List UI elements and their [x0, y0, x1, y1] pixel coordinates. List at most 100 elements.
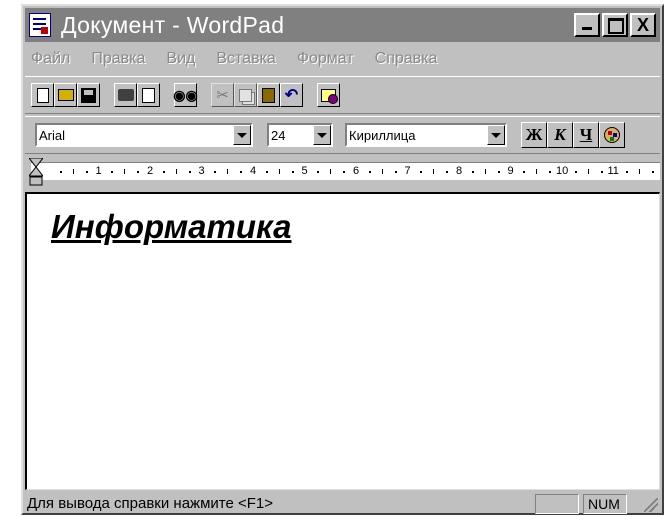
find-binoculars-icon: ◉◉	[173, 86, 198, 103]
font-size-combo[interactable]: 24	[267, 123, 333, 147]
indent-marker-icon[interactable]	[29, 158, 43, 188]
paste-icon	[262, 87, 275, 103]
title-bar[interactable]: Документ - WordPad X	[25, 8, 660, 42]
wordpad-app-icon[interactable]	[29, 13, 51, 37]
menu-bar: Файл Правка Вид Вставка Формат Справка	[25, 44, 660, 74]
ruler-tick	[124, 169, 126, 174]
wordpad-window: Документ - WordPad X Файл Правка Вид Вст…	[21, 4, 664, 515]
ruler-number: 2	[147, 165, 154, 177]
font-name-dropdown-button[interactable]	[233, 125, 251, 145]
window-controls: X	[572, 13, 656, 37]
close-button[interactable]: X	[630, 13, 656, 37]
find-button[interactable]: ◉◉	[173, 83, 198, 107]
ruler-tick	[330, 169, 332, 174]
ruler-tick	[446, 171, 449, 173]
maximize-button[interactable]	[602, 13, 628, 37]
document-area[interactable]: Информатика	[25, 192, 660, 490]
menu-edit[interactable]: Правка	[91, 50, 145, 68]
bold-button[interactable]: Ж	[521, 122, 547, 148]
ruler-tick	[549, 171, 552, 173]
undo-button[interactable]: ↶	[280, 83, 303, 107]
ruler-number: 10	[556, 165, 569, 177]
ruler[interactable]: 1 2 3 4 5 6 7 8 9 10 11	[25, 156, 660, 192]
ruler-tick	[343, 171, 346, 173]
ruler-tick	[600, 171, 603, 173]
print-button[interactable]	[114, 83, 137, 107]
status-num-indicator: NUM	[583, 494, 627, 514]
ruler-tick	[240, 171, 243, 173]
font-name-combo[interactable]: Arial	[35, 123, 253, 147]
window-title: Документ - WordPad	[61, 11, 285, 38]
date-time-button[interactable]	[317, 83, 340, 107]
document-text[interactable]: Информатика	[51, 208, 292, 246]
ruler-tick	[214, 171, 217, 173]
open-button[interactable]	[54, 83, 77, 107]
ruler-tick	[188, 171, 191, 173]
ruler-tick	[137, 171, 140, 173]
menu-format[interactable]: Формат	[297, 50, 354, 68]
copy-icon	[239, 88, 252, 102]
ruler-tick	[278, 169, 280, 174]
ruler-number: 8	[456, 165, 463, 177]
ruler-tick	[85, 171, 88, 173]
save-disk-icon	[81, 87, 96, 103]
ruler-tick	[394, 171, 397, 173]
print-preview-button[interactable]	[137, 83, 160, 107]
ruler-number: 9	[507, 165, 514, 177]
ruler-number: 4	[250, 165, 257, 177]
script-value: Кириллица	[349, 127, 416, 143]
style-button-group: Ж К Ч	[521, 122, 625, 148]
new-button[interactable]	[31, 83, 54, 107]
ruler-tick	[162, 171, 165, 173]
format-toolbar: Arial 24 Кириллица Ж К Ч	[25, 116, 660, 154]
ruler-tick	[420, 171, 423, 173]
menu-file[interactable]: Файл	[31, 50, 70, 68]
ruler-tick	[574, 171, 577, 173]
edit-button-group: ✂ ↶	[211, 83, 303, 107]
print-preview-icon	[142, 87, 155, 103]
ruler-tick	[497, 171, 500, 173]
color-button[interactable]	[599, 122, 625, 148]
ruler-tick	[317, 171, 320, 173]
print-button-group	[114, 83, 160, 107]
minimize-button[interactable]	[574, 13, 600, 37]
menu-insert[interactable]: Вставка	[216, 50, 275, 68]
ruler-number: 6	[353, 165, 360, 177]
font-name-value: Arial	[39, 127, 66, 143]
menu-help[interactable]: Справка	[375, 50, 438, 68]
open-folder-icon	[57, 89, 74, 101]
new-document-icon	[36, 87, 49, 103]
undo-icon: ↶	[284, 87, 299, 104]
status-bar: Для вывода справки нажмите <F1> NUM	[25, 492, 660, 514]
ruler-tick	[368, 171, 371, 173]
ruler-tick	[433, 169, 435, 174]
underline-button[interactable]: Ч	[573, 122, 599, 148]
ruler-tick	[381, 169, 383, 174]
cut-button[interactable]: ✂	[211, 83, 234, 107]
cut-scissors-icon: ✂	[216, 87, 229, 104]
copy-button[interactable]	[234, 83, 257, 107]
ruler-number: 1	[95, 165, 102, 177]
ruler-tick	[471, 171, 474, 173]
insert-button-group	[317, 83, 340, 107]
script-dropdown-button[interactable]	[487, 125, 505, 145]
date-time-icon	[321, 88, 338, 104]
ruler-tick	[639, 169, 641, 174]
script-combo[interactable]: Кириллица	[345, 123, 507, 147]
ruler-number: 11	[607, 165, 619, 177]
save-button[interactable]	[77, 83, 100, 107]
font-size-dropdown-button[interactable]	[313, 125, 331, 145]
font-size-value: 24	[271, 127, 286, 143]
find-button-group: ◉◉	[173, 83, 198, 107]
ruler-tick	[291, 171, 294, 173]
ruler-number: 7	[404, 165, 411, 177]
menu-view[interactable]: Вид	[166, 50, 195, 68]
resize-grip-icon[interactable]	[644, 498, 658, 512]
ruler-tick	[484, 169, 486, 174]
standard-toolbar: ◉◉ ✂ ↶	[25, 76, 660, 114]
ruler-tick	[587, 169, 589, 174]
italic-button[interactable]: К	[547, 122, 573, 148]
print-icon	[117, 89, 134, 101]
paste-button[interactable]	[257, 83, 280, 107]
ruler-tick	[652, 171, 655, 173]
